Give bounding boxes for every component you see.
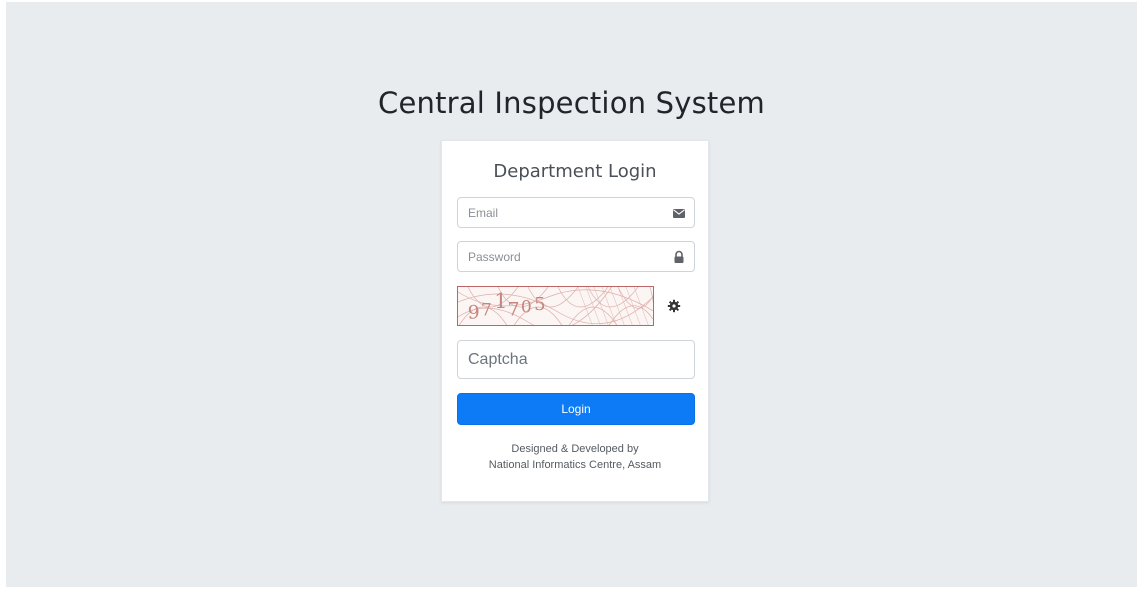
captcha-digit: 0 xyxy=(521,298,532,318)
footer: Designed & Developed by National Informa… xyxy=(442,441,708,473)
captcha-digit: 1 xyxy=(494,289,507,313)
captcha-image: 971705 xyxy=(457,286,654,326)
gear-icon[interactable] xyxy=(667,299,681,313)
captcha-digit: 7 xyxy=(508,299,520,321)
login-button[interactable]: Login xyxy=(457,393,695,425)
captcha-text: 971705 xyxy=(468,289,546,323)
envelope-icon xyxy=(673,209,685,218)
password-field[interactable] xyxy=(457,241,695,272)
captcha-digit: 7 xyxy=(481,301,492,321)
app-title: Central Inspection System xyxy=(378,86,765,120)
lock-icon xyxy=(674,250,684,263)
card-title: Department Login xyxy=(493,161,657,182)
password-input[interactable] xyxy=(458,242,694,271)
email-field[interactable] xyxy=(457,197,695,228)
email-input[interactable] xyxy=(458,198,694,227)
captcha-digit: 9 xyxy=(468,301,480,323)
captcha-digit: 5 xyxy=(534,294,545,315)
captcha-input[interactable] xyxy=(458,341,694,378)
footer-organization: National Informatics Centre, Assam xyxy=(488,459,662,471)
footer-credit-line: Designed & Developed by xyxy=(511,443,639,455)
login-card: Department Login Email 9 7 1 7 0 5 Captc… xyxy=(441,140,709,502)
captcha-field[interactable] xyxy=(457,340,695,379)
